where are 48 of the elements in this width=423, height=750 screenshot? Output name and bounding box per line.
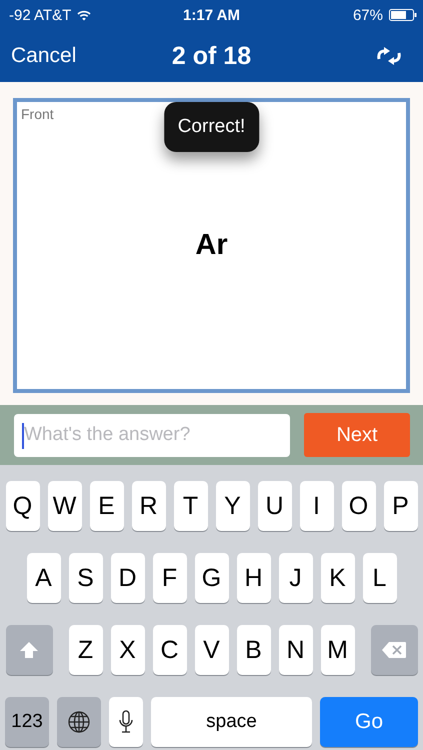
card-counter-title: 2 of 18 <box>172 42 252 70</box>
globe-key[interactable] <box>57 697 101 747</box>
letter-key[interactable]: T <box>174 481 208 531</box>
space-key[interactable]: space <box>151 697 312 747</box>
backspace-icon <box>381 641 407 659</box>
letter-key[interactable]: H <box>236 553 270 603</box>
battery-icon <box>389 9 417 21</box>
letter-key[interactable]: R <box>132 481 166 531</box>
letter-key[interactable]: V <box>194 625 228 675</box>
card-term: Ar <box>195 229 228 262</box>
go-key[interactable]: Go <box>320 697 418 747</box>
letter-key[interactable]: E <box>90 481 124 531</box>
letter-key[interactable]: J <box>278 553 312 603</box>
wifi-icon <box>77 10 92 20</box>
letter-key[interactable]: U <box>258 481 292 531</box>
letter-key[interactable]: I <box>300 481 334 531</box>
letter-key[interactable]: Y <box>216 481 250 531</box>
letter-key[interactable]: C <box>152 625 186 675</box>
letter-key[interactable]: P <box>384 481 418 531</box>
battery-percent: 67% <box>352 6 383 24</box>
letter-key[interactable]: X <box>110 625 144 675</box>
carrier-label: -92 AT&T <box>9 6 72 24</box>
letter-key[interactable]: O <box>342 481 376 531</box>
numbers-key[interactable]: 123 <box>5 697 49 747</box>
flip-arrows-icon[interactable] <box>375 46 403 66</box>
letter-key[interactable]: A <box>26 553 60 603</box>
microphone-key[interactable] <box>109 697 143 747</box>
cancel-button[interactable]: Cancel <box>11 44 76 68</box>
letter-key[interactable]: W <box>48 481 82 531</box>
letter-key[interactable]: S <box>68 553 102 603</box>
letter-key[interactable]: B <box>236 625 270 675</box>
letter-key[interactable]: D <box>110 553 144 603</box>
letter-key[interactable]: K <box>320 553 354 603</box>
letter-key[interactable]: Z <box>68 625 102 675</box>
letter-key[interactable]: G <box>194 553 228 603</box>
letter-key[interactable]: F <box>152 553 186 603</box>
answer-input-field[interactable]: What's the answer? <box>14 414 290 456</box>
text-cursor <box>22 422 24 448</box>
clock-time: 1:17 AM <box>183 6 240 24</box>
correct-toast: Correct! <box>164 102 260 152</box>
card-side-label: Front <box>21 106 54 122</box>
letter-key[interactable]: M <box>320 625 354 675</box>
microphone-icon <box>119 710 133 734</box>
letter-key[interactable]: Q <box>6 481 40 531</box>
letter-key[interactable]: L <box>362 553 396 603</box>
letter-key[interactable]: N <box>278 625 312 675</box>
shift-arrow-icon <box>19 641 39 659</box>
globe-icon <box>67 710 91 734</box>
